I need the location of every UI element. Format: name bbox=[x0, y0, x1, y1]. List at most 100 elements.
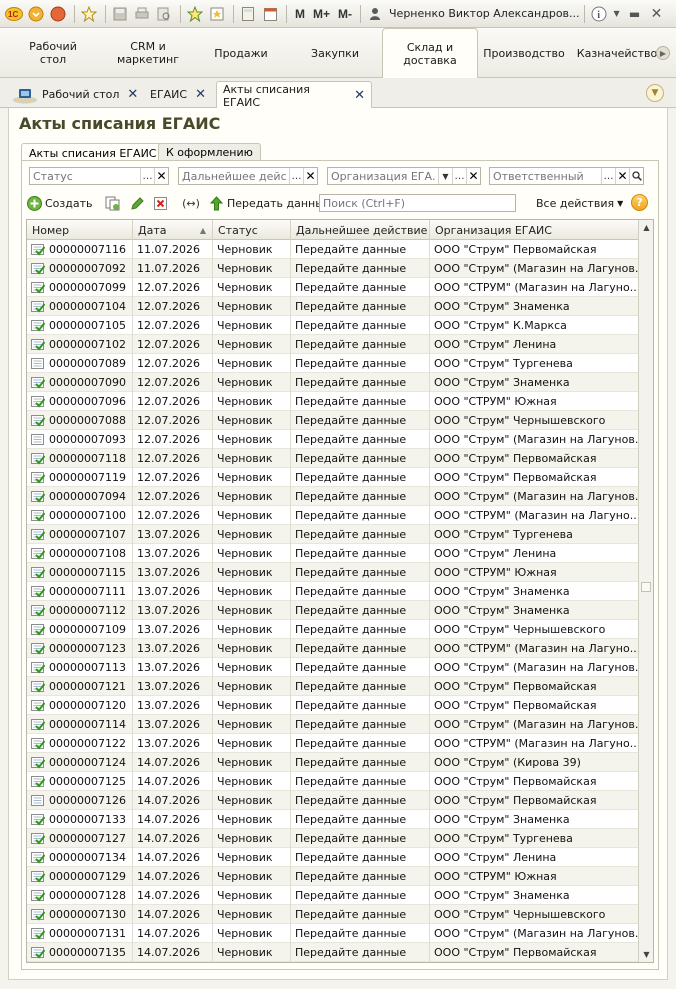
clear-icon[interactable]: ✕ bbox=[303, 168, 317, 184]
table-row[interactable]: 00000007096 12.07.2026 Черновик Передайте д… bbox=[27, 392, 639, 411]
table-row[interactable]: 00000007131 14.07.2026 Черновик Передайте д… bbox=[27, 924, 639, 943]
add-favorite-icon[interactable] bbox=[185, 4, 205, 24]
table-row[interactable]: 00000007090 12.07.2026 Черновик Передайте д… bbox=[27, 373, 639, 392]
table-row[interactable]: 00000007115 13.07.2026 Черновик Передайте д… bbox=[27, 563, 639, 582]
preview-icon[interactable] bbox=[154, 4, 174, 24]
table-row[interactable]: 00000007120 13.07.2026 Черновик Передайте д… bbox=[27, 696, 639, 715]
status-filter-input[interactable] bbox=[30, 168, 140, 184]
next-action-filter-input[interactable] bbox=[179, 168, 289, 184]
section-desktop[interactable]: Рабочий стол bbox=[10, 28, 96, 78]
search-icon[interactable] bbox=[629, 168, 643, 184]
section-production[interactable]: Производство bbox=[482, 28, 566, 78]
calendar-icon[interactable] bbox=[260, 4, 280, 24]
scroll-up-icon[interactable]: ▲ bbox=[639, 220, 653, 235]
ellipsis-icon[interactable]: … bbox=[289, 168, 303, 184]
minimize-icon[interactable]: ▬ bbox=[625, 4, 645, 24]
transfer-data-button[interactable]: Передать данные bbox=[208, 194, 331, 212]
table-row[interactable]: 00000007124 14.07.2026 Черновик Передайте д… bbox=[27, 753, 639, 772]
table-row[interactable]: 00000007105 12.07.2026 Черновик Передайте д… bbox=[27, 316, 639, 335]
table-row[interactable]: 00000007094 12.07.2026 Черновик Передайте д… bbox=[27, 487, 639, 506]
scroll-down-icon[interactable]: ▼ bbox=[639, 947, 653, 962]
column-header-status[interactable]: Статус bbox=[213, 220, 291, 240]
save-icon[interactable] bbox=[110, 4, 130, 24]
tabs-menu-icon[interactable]: ▼ bbox=[646, 84, 664, 102]
column-header-date[interactable]: Дата ▲ bbox=[133, 220, 213, 240]
table-row[interactable]: 00000007135 14.07.2026 Черновик Передайте д… bbox=[27, 943, 639, 962]
clear-icon[interactable]: ✕ bbox=[466, 168, 480, 184]
history-icon[interactable] bbox=[207, 4, 227, 24]
table-row[interactable]: 00000007123 13.07.2026 Черновик Передайте д… bbox=[27, 639, 639, 658]
clear-icon[interactable]: ✕ bbox=[615, 168, 629, 184]
table-row[interactable]: 00000007107 13.07.2026 Черновик Передайте д… bbox=[27, 525, 639, 544]
tab-to-process[interactable]: К оформлению bbox=[158, 143, 261, 161]
table-row[interactable]: 00000007108 13.07.2026 Черновик Передайте д… bbox=[27, 544, 639, 563]
edit-button[interactable] bbox=[129, 194, 148, 212]
help-button[interactable]: ? bbox=[631, 194, 648, 211]
exchange-button[interactable]: (↔) bbox=[181, 194, 204, 212]
table-row[interactable]: 00000007109 13.07.2026 Черновик Передайте д… bbox=[27, 620, 639, 639]
table-row[interactable]: 00000007122 13.07.2026 Черновик Передайте д… bbox=[27, 734, 639, 753]
table-row[interactable]: 00000007128 14.07.2026 Черновик Передайте д… bbox=[27, 886, 639, 905]
column-header-organization[interactable]: Организация ЕГАИС bbox=[430, 220, 639, 240]
delete-button[interactable] bbox=[152, 194, 171, 212]
table-row[interactable]: 00000007126 14.07.2026 Черновик Передайте д… bbox=[27, 791, 639, 810]
all-actions-button[interactable]: Все действия ▼ bbox=[536, 194, 623, 212]
vertical-scrollbar[interactable]: ▲ ▼ bbox=[638, 220, 653, 962]
responsible-filter-input[interactable] bbox=[490, 168, 601, 184]
table-row[interactable]: 00000007134 14.07.2026 Черновик Передайте д… bbox=[27, 848, 639, 867]
table-row[interactable]: 00000007111 13.07.2026 Черновик Передайте д… bbox=[27, 582, 639, 601]
main-menu-icon[interactable] bbox=[26, 4, 46, 24]
close-app-icon[interactable] bbox=[48, 4, 68, 24]
section-crm[interactable]: CRM и маркетинг bbox=[108, 28, 188, 78]
ellipsis-icon[interactable]: … bbox=[601, 168, 615, 184]
chevron-right-icon[interactable]: ▶ bbox=[656, 46, 670, 60]
tab-desktop[interactable]: Рабочий стол ✕ bbox=[6, 81, 144, 108]
calculator-icon[interactable] bbox=[238, 4, 258, 24]
clear-icon[interactable]: ✕ bbox=[154, 168, 168, 184]
table-row[interactable]: 00000007129 14.07.2026 Черновик Передайте д… bbox=[27, 867, 639, 886]
table-row[interactable]: 00000007088 12.07.2026 Черновик Передайте д… bbox=[27, 411, 639, 430]
column-header-next-action[interactable]: Дальнейшее действие bbox=[291, 220, 430, 240]
table-row[interactable]: 00000007089 12.07.2026 Черновик Передайте д… bbox=[27, 354, 639, 373]
close-icon[interactable]: ✕ bbox=[195, 87, 206, 102]
memory-minus-button[interactable]: M- bbox=[338, 7, 352, 21]
dropdown-icon[interactable]: ▼ bbox=[438, 168, 452, 184]
table-row[interactable]: 00000007092 11.07.2026 Черновик Передайте д… bbox=[27, 259, 639, 278]
info-icon[interactable]: i bbox=[589, 4, 609, 24]
close-icon[interactable]: ✕ bbox=[127, 87, 138, 102]
table-row[interactable]: 00000007119 12.07.2026 Черновик Передайте д… bbox=[27, 468, 639, 487]
tab-egais[interactable]: ЕГАИС ✕ bbox=[144, 81, 212, 108]
section-sales[interactable]: Продажи bbox=[200, 28, 282, 78]
tab-write-off-acts[interactable]: Акты списания ЕГАИС ✕ bbox=[216, 81, 372, 109]
organization-filter-input[interactable] bbox=[328, 168, 438, 184]
current-user-name[interactable]: Черненко Виктор Александров... bbox=[389, 7, 580, 20]
table-row[interactable]: 00000007099 12.07.2026 Черновик Передайте д… bbox=[27, 278, 639, 297]
section-treasury[interactable]: Казначейство bbox=[577, 28, 657, 78]
table-row[interactable]: 00000007114 13.07.2026 Черновик Передайте д… bbox=[27, 715, 639, 734]
memory-m-button[interactable]: M bbox=[295, 7, 305, 21]
table-row[interactable]: 00000007104 12.07.2026 Черновик Передайте д… bbox=[27, 297, 639, 316]
table-row[interactable]: 00000007133 14.07.2026 Черновик Передайте д… bbox=[27, 810, 639, 829]
table-row[interactable]: 00000007125 14.07.2026 Черновик Передайте д… bbox=[27, 772, 639, 791]
ellipsis-icon[interactable]: … bbox=[140, 168, 154, 184]
scroll-thumb[interactable] bbox=[641, 582, 651, 592]
copy-button[interactable] bbox=[104, 194, 123, 212]
table-row[interactable]: 00000007112 13.07.2026 Черновик Передайте д… bbox=[27, 601, 639, 620]
table-row[interactable]: 00000007116 11.07.2026 Черновик Передайте д… bbox=[27, 240, 639, 259]
create-button[interactable]: Создать bbox=[26, 194, 93, 212]
column-header-number[interactable]: Номер bbox=[27, 220, 133, 240]
search-input[interactable] bbox=[320, 195, 515, 211]
section-purchases[interactable]: Закупки bbox=[294, 28, 376, 78]
ellipsis-icon[interactable]: … bbox=[452, 168, 466, 184]
table-row[interactable]: 00000007100 12.07.2026 Черновик Передайте д… bbox=[27, 506, 639, 525]
memory-plus-button[interactable]: M+ bbox=[313, 7, 330, 21]
table-row[interactable]: 00000007102 12.07.2026 Черновик Передайте д… bbox=[27, 335, 639, 354]
chevron-down-icon[interactable]: ▼ bbox=[611, 4, 623, 24]
close-icon[interactable]: ✕ bbox=[354, 88, 365, 103]
table-row[interactable]: 00000007113 13.07.2026 Черновик Передайте д… bbox=[27, 658, 639, 677]
print-icon[interactable] bbox=[132, 4, 152, 24]
table-row[interactable]: 00000007130 14.07.2026 Черновик Передайте д… bbox=[27, 905, 639, 924]
table-row[interactable]: 00000007127 14.07.2026 Черновик Передайте д… bbox=[27, 829, 639, 848]
table-row[interactable]: 00000007121 13.07.2026 Черновик Передайте д… bbox=[27, 677, 639, 696]
section-warehouse[interactable]: Склад и доставка bbox=[382, 28, 478, 79]
